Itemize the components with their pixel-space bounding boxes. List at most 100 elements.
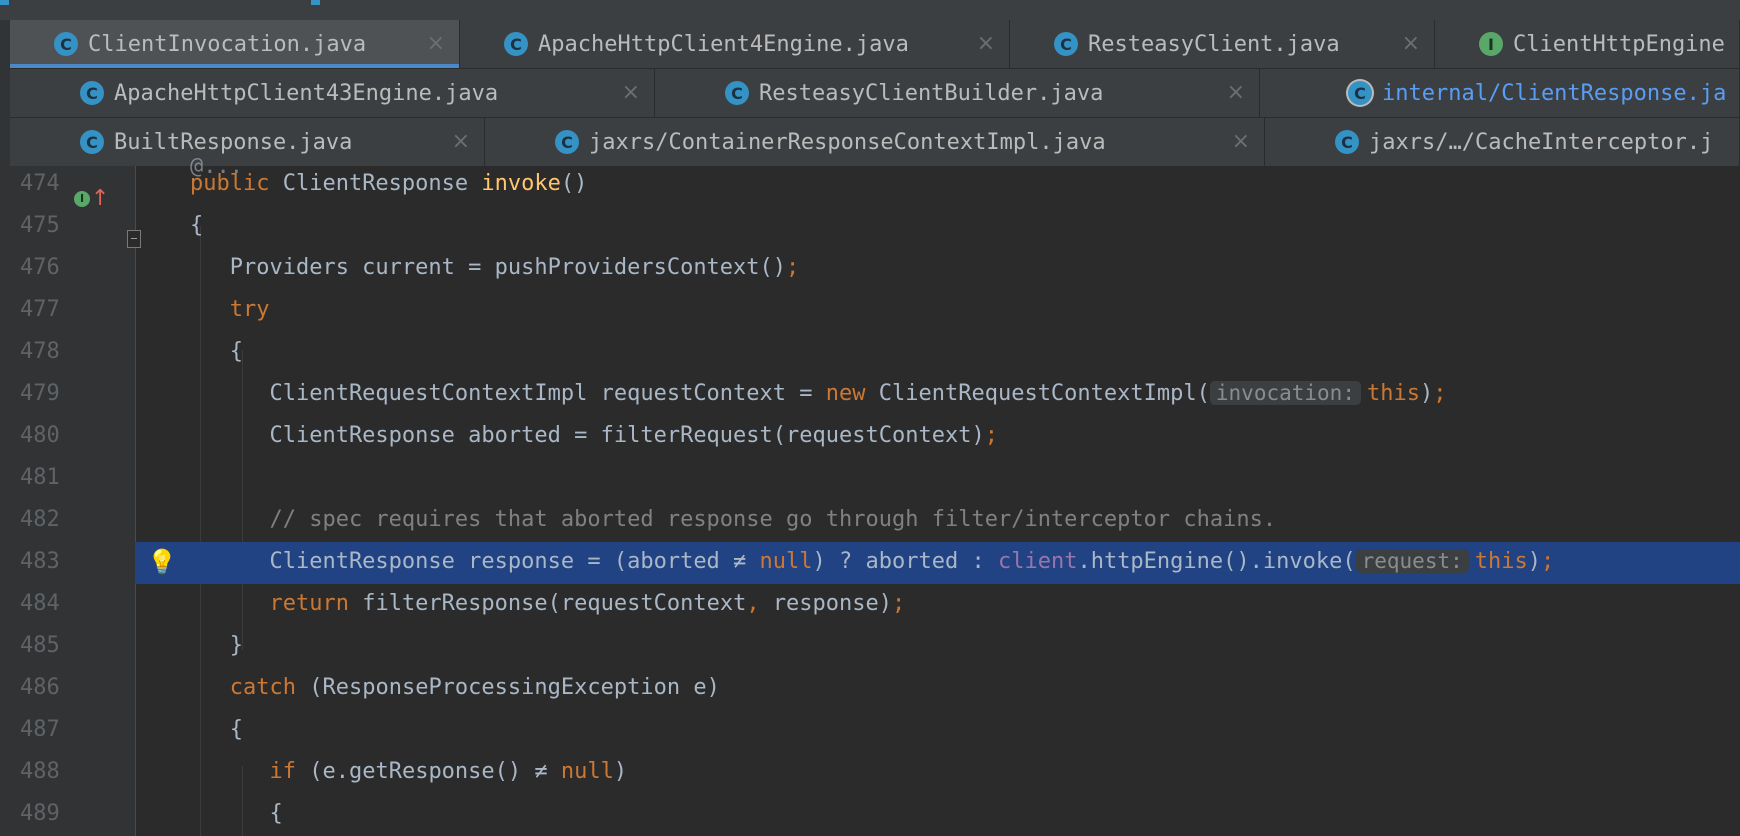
code-text: try [190, 297, 270, 322]
class-icon: C [80, 81, 104, 105]
line-number: 477 [20, 297, 60, 322]
code-token: (ResponseProcessingException e) [309, 675, 720, 700]
code-line[interactable]: 487 { [10, 710, 1740, 752]
fold-marker-icon[interactable] [127, 230, 141, 248]
line-number: 480 [20, 423, 60, 448]
code-token: ; [1541, 549, 1555, 574]
code-line[interactable]: 488 if (e.getResponse() ≠ null) [10, 752, 1740, 794]
editor-tab[interactable]: Cinternal/ClientResponse.ja [1260, 69, 1740, 117]
tab-label: BuiltResponse.java [114, 129, 353, 155]
code-token: catch [229, 675, 310, 700]
line-number: 476 [20, 255, 60, 280]
code-token: { [190, 717, 243, 742]
close-tab-icon[interactable]: × [1402, 31, 1420, 56]
code-text: Providers current = pushProvidersContext… [190, 255, 800, 280]
code-token: ) [1419, 381, 1434, 406]
code-line[interactable]: 483 ClientResponse response = (aborted ≠… [20, 542, 1740, 584]
override-up-icon[interactable]: ↑ [91, 186, 109, 211]
code-line[interactable]: 482 // spec requires that aborted respon… [10, 500, 1740, 542]
code-token: try [229, 297, 270, 322]
class-icon: C [725, 81, 749, 105]
editor-tab[interactable]: C ApacheHttpClient43Engine.java × [10, 69, 655, 117]
class-icon: C [1335, 130, 1359, 154]
code-token: ClientResponse response = (aborted ≠ [190, 549, 760, 574]
code-token: null [560, 759, 614, 784]
interface-icon: I [1479, 32, 1503, 56]
code-token: if [269, 759, 310, 784]
line-number: 481 [20, 465, 60, 490]
code-line[interactable]: 479 ClientRequestContextImpl requestCont… [10, 374, 1740, 416]
code-token: ClientResponse [282, 171, 482, 196]
parameter-hint: invocation: [1209, 381, 1361, 405]
line-number: 486 [20, 675, 60, 700]
code-text: { [190, 213, 203, 238]
code-token: new [825, 381, 879, 406]
close-tab-icon[interactable]: × [427, 31, 445, 56]
code-token: this [1474, 549, 1528, 574]
code-line[interactable]: 489 { [10, 794, 1740, 836]
close-tab-icon[interactable]: × [977, 31, 995, 56]
editor-tab[interactable]: Cjaxrs/ContainerResponseContextImpl.java… [485, 118, 1265, 166]
editor-tab[interactable]: I ClientHttpEngine [1435, 20, 1740, 68]
code-token: filterResponse(requestContext [362, 591, 747, 616]
code-text: { [190, 801, 282, 826]
class-icon: C [1348, 81, 1372, 105]
editor-tab[interactable]: C ClientInvocation.java × [10, 20, 460, 68]
line-number: 488 [20, 759, 60, 784]
code-line[interactable]: 481 [10, 458, 1740, 500]
code-text: ClientResponse response = (aborted ≠ nul… [190, 549, 1554, 574]
editor-tab[interactable]: C ApacheHttpClient4Engine.java × [460, 20, 1010, 68]
code-line[interactable]: 485 } [10, 626, 1740, 668]
code-line[interactable]: 475 { [10, 206, 1740, 248]
tab-label: ResteasyClientBuilder.java [759, 80, 1104, 106]
code-line[interactable]: 477 try [10, 290, 1740, 332]
line-number: 474 [20, 171, 60, 196]
code-line[interactable]: 476 Providers current = pushProvidersCon… [10, 248, 1740, 290]
class-icon: C [80, 130, 104, 154]
close-tab-icon[interactable]: × [452, 129, 470, 154]
code-token: ) ? aborted : [812, 549, 998, 574]
tab-row: C ClientInvocation.java × C ApacheHttpClient… [10, 20, 1740, 69]
code-line[interactable]: 484 return filterResponse(requestContext… [10, 584, 1740, 626]
editor-tab[interactable]: C ResteasyClientBuilder.java × [655, 69, 1260, 117]
code-line[interactable]: 480 ClientResponse aborted = filterReque… [10, 416, 1740, 458]
close-tab-icon[interactable]: × [622, 80, 640, 105]
code-token: ClientRequestContextImpl requestContext … [190, 381, 826, 406]
top-toolbar-strip [0, 0, 1740, 21]
code-token: ; [892, 591, 906, 616]
code-token: Providers current = pushProvidersContext… [190, 255, 787, 280]
code-editor[interactable]: @... 474 public ClientResponse invoke() 47… [10, 154, 1740, 836]
code-text: { [190, 717, 243, 742]
code-token: ) [613, 759, 628, 784]
line-number: 482 [20, 507, 60, 532]
gutter-markers[interactable]: I ↑ [74, 186, 109, 211]
code-text: if (e.getResponse() ≠ null) [190, 759, 627, 784]
tab-row: C ApacheHttpClient43Engine.java × C Resteasy… [10, 69, 1740, 118]
editor-tab[interactable]: Cjaxrs/…/CacheInterceptor.j [1265, 118, 1740, 166]
lightbulb-icon[interactable]: 💡 [147, 548, 177, 576]
editor-tab[interactable]: C BuiltResponse.java × [10, 118, 485, 166]
line-number: 485 [20, 633, 60, 658]
line-number: 484 [20, 591, 60, 616]
tab-label: ApacheHttpClient43Engine.java [114, 80, 499, 106]
code-text: { [190, 339, 243, 364]
tab-label: jaxrs/…/CacheInterceptor.j [1369, 129, 1714, 155]
toolbar-marker [311, 0, 320, 5]
implements-icon[interactable]: I [74, 190, 90, 207]
code-token: response) [772, 591, 893, 616]
code-line[interactable]: 486 catch (ResponseProcessingException e… [10, 668, 1740, 710]
tab-label: jaxrs/ContainerResponseContextImpl.java [589, 129, 1106, 155]
class-icon: C [555, 130, 579, 154]
code-line[interactable]: 474 public ClientResponse invoke() [10, 164, 1740, 206]
code-line[interactable]: 478 { [10, 332, 1740, 374]
close-tab-icon[interactable]: × [1232, 129, 1250, 154]
code-token: ClientRequestContextImpl( [878, 381, 1210, 406]
code-token: { [190, 339, 243, 364]
close-tab-icon[interactable]: × [1227, 80, 1245, 105]
editor-tab[interactable]: C ResteasyClient.java × [1010, 20, 1435, 68]
code-token: ; [1433, 381, 1447, 406]
tab-row: C BuiltResponse.java × Cjaxrs/ContainerResp… [10, 118, 1740, 167]
line-number: 483 [20, 549, 60, 574]
